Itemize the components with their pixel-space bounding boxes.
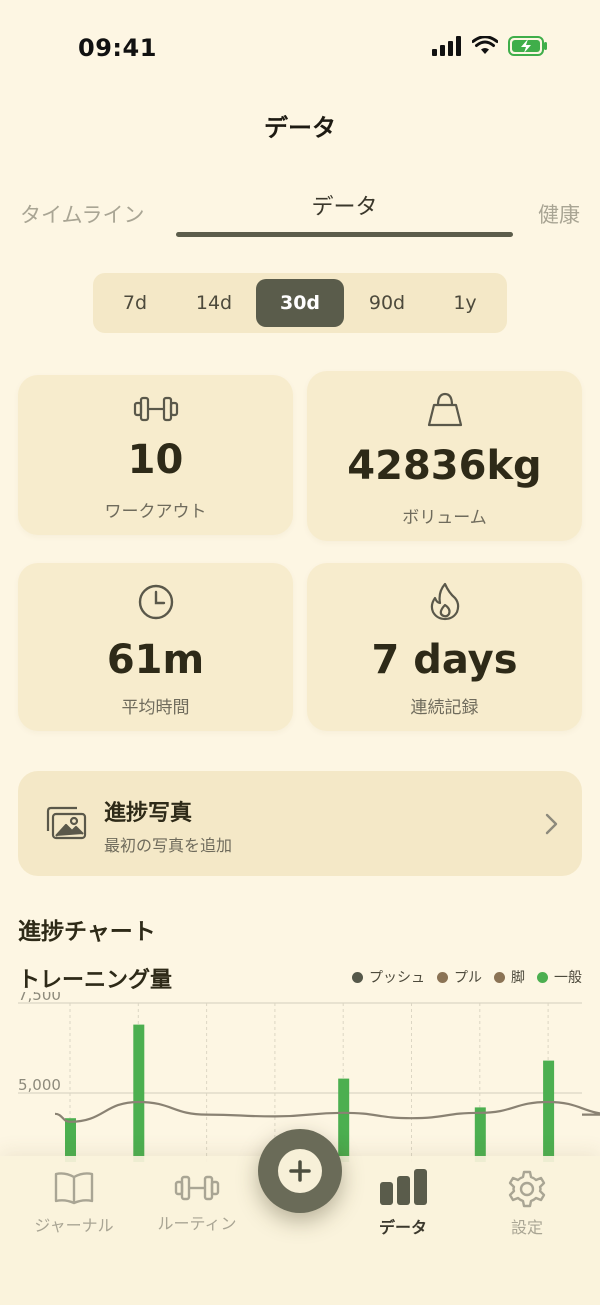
tab-timeline[interactable]: タイムライン (20, 199, 145, 229)
top-tabs: タイムライン データ 健康 (0, 185, 600, 245)
chart-title: トレーニング量 (18, 968, 173, 993)
fab-inner (278, 1149, 322, 1193)
section-title: 進捗チャート (18, 919, 156, 945)
legend-dot (537, 971, 548, 983)
legend-dot (352, 971, 363, 983)
chevron-right-icon (545, 813, 558, 835)
gear-icon (508, 1170, 546, 1208)
page-title: データ (264, 114, 336, 142)
progress-photo-subtitle: 最初の写真を追加 (104, 836, 233, 855)
legend-item-general: 一般 (537, 967, 582, 987)
add-workout-button[interactable] (258, 1129, 342, 1213)
legend-dot (494, 971, 505, 983)
legend-label: 一般 (554, 970, 582, 986)
status-time: 09:41 (78, 34, 157, 62)
range-selector: 7d 14d 30d 90d 1y (93, 273, 507, 333)
chart-bar (338, 1078, 350, 1162)
status-bar: 09:41 (0, 0, 600, 96)
dumbbell-icon (174, 1175, 220, 1201)
battery-charging-icon (508, 36, 547, 56)
bar-chart-icon (380, 1169, 427, 1205)
stat-card-volume[interactable]: 42836kg ボリューム (307, 371, 582, 541)
book-icon (54, 1172, 94, 1205)
legend-item-push: プッシュ (352, 967, 425, 987)
progress-photo-title: 進捗写真 (104, 801, 193, 826)
range-14d[interactable]: 14d (175, 279, 253, 327)
workouts-value: 10 (127, 437, 184, 483)
avg-time-value: 61m (106, 637, 205, 683)
progress-photo-row[interactable]: 進捗写真 最初の写真を追加 (18, 771, 582, 876)
range-90d[interactable]: 90d (347, 279, 427, 327)
kettlebell-icon (427, 392, 462, 427)
avg-time-label: 平均時間 (121, 698, 190, 718)
plus-icon (289, 1160, 311, 1182)
legend-item-pull: プル (437, 967, 482, 987)
tabbar-data-label: データ (378, 1218, 427, 1237)
tab-health[interactable]: 健康 (538, 199, 580, 229)
tab-data[interactable]: データ (176, 189, 513, 221)
range-1y[interactable]: 1y (429, 279, 501, 327)
chart-bar (474, 1107, 486, 1162)
legend-item-legs: 脚 (494, 967, 525, 987)
cellular-signal-icon (432, 36, 461, 56)
status-icons (432, 36, 548, 56)
chart-legend: プッシュ プル 脚 一般 (352, 967, 582, 987)
active-tab-indicator (176, 232, 513, 237)
y-tick-label: 5,000 (18, 1076, 61, 1094)
tabbar-settings-label: 設定 (510, 1218, 543, 1237)
range-7d[interactable]: 7d (99, 279, 171, 327)
range-30d[interactable]: 30d (256, 279, 344, 327)
legend-label: 脚 (511, 970, 525, 986)
streak-value: 7 days (371, 637, 518, 683)
chart-bar (133, 1024, 145, 1162)
chart-bar (543, 1060, 555, 1162)
stat-card-avg-time[interactable]: 61m 平均時間 (18, 563, 293, 731)
tabbar-journal-label: ジャーナル (34, 1216, 114, 1235)
stat-card-workouts[interactable]: 10 ワークアウト (18, 375, 293, 535)
y-tick-label: 7,500 (18, 992, 61, 1004)
legend-dot (437, 971, 448, 983)
volume-value: 42836kg (347, 443, 542, 489)
streak-label: 連続記録 (410, 698, 479, 718)
dumbbell-icon (133, 396, 178, 422)
legend-label: プル (454, 970, 482, 986)
clock-icon (138, 584, 173, 620)
flame-icon (430, 582, 459, 621)
volume-label: ボリューム (402, 508, 487, 528)
wifi-icon (472, 36, 498, 54)
legend-label: プッシュ (369, 970, 425, 986)
stat-card-streak[interactable]: 7 days 連続記録 (307, 563, 582, 731)
workouts-label: ワークアウト (104, 502, 207, 522)
tabbar-routine-label: ルーティン (157, 1214, 237, 1233)
photos-icon (46, 806, 87, 840)
